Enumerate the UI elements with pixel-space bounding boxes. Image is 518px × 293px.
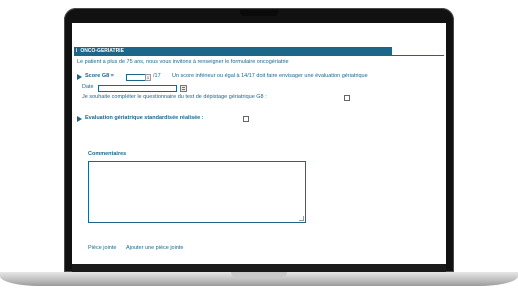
- score-arrow-icon: [77, 74, 82, 80]
- score-hint: Un score inférieur ou égal à 14/17 doit …: [172, 73, 368, 79]
- laptop-base: [0, 272, 518, 286]
- score-spinner[interactable]: 1: [145, 74, 151, 81]
- attachment-label: Pièce jointe: [88, 245, 117, 251]
- section-title: ONCO-GERIATRIE: [80, 48, 124, 54]
- footer-bar: [72, 264, 446, 272]
- date-input[interactable]: [98, 85, 177, 92]
- evaluation-checkbox[interactable]: [243, 116, 249, 122]
- evaluation-label: Evaluation gériatrique standardisée réal…: [85, 115, 204, 121]
- laptop-screen: i ONCO-GERIATRIE Le patient a plus de 75…: [72, 23, 446, 272]
- add-attachment-link[interactable]: Ajouter une pièce jointe: [126, 245, 183, 252]
- info-icon: i: [75, 48, 78, 54]
- questionnaire-label: Je souhaite compléter le questionnaire d…: [82, 94, 267, 100]
- evaluation-arrow-icon: [77, 116, 82, 122]
- section-header: i ONCO-GERIATRIE: [74, 47, 392, 55]
- questionnaire-checkbox[interactable]: [344, 95, 350, 101]
- calendar-icon[interactable]: [180, 85, 187, 92]
- score-suffix: /17: [153, 73, 161, 79]
- header-divider: [74, 55, 444, 56]
- intro-text: Le patient a plus de 75 ans, nous vous i…: [77, 59, 289, 65]
- laptop-lid: i ONCO-GERIATRIE Le patient a plus de 75…: [64, 8, 454, 272]
- camera-notch: [240, 10, 278, 16]
- laptop-notch: [231, 272, 287, 278]
- comments-textarea[interactable]: [88, 161, 306, 223]
- date-label: Date: [82, 84, 94, 90]
- score-label: Score G8 =: [85, 73, 114, 79]
- comments-label: Commentaires: [88, 151, 127, 157]
